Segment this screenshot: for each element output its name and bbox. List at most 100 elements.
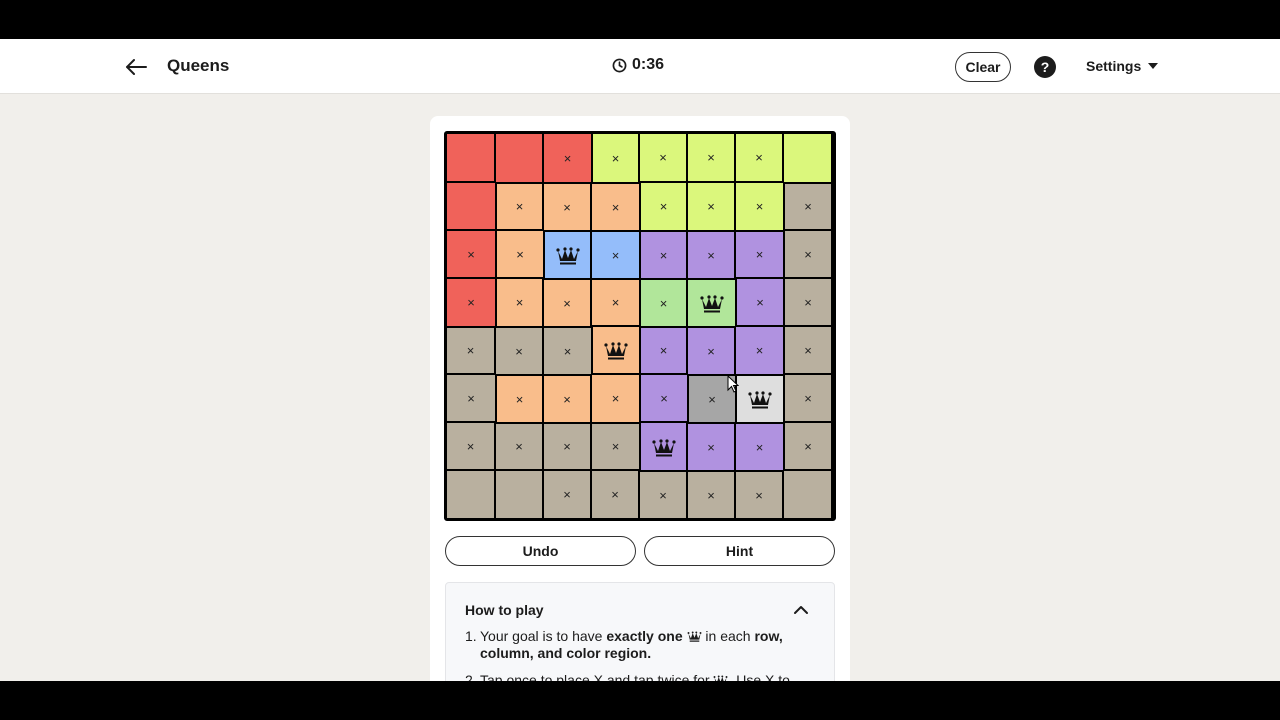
- board-cell[interactable]: ×: [543, 326, 591, 374]
- settings-label: Settings: [1086, 58, 1142, 74]
- app-viewport: Queens 0:36 Clear ? Settings × × × × × × × × × × ×…: [0, 39, 1280, 681]
- board-cell[interactable]: ×: [735, 278, 783, 326]
- x-mark: ×: [659, 487, 667, 503]
- board-cell[interactable]: ×: [543, 278, 591, 326]
- board-cell[interactable]: ×: [447, 422, 495, 470]
- board-cell[interactable]: ×: [543, 182, 591, 230]
- board-cell[interactable]: ×: [687, 374, 735, 422]
- board-cell[interactable]: ×: [783, 278, 831, 326]
- board-cell[interactable]: ×: [447, 278, 495, 326]
- x-mark: ×: [466, 343, 475, 358]
- board-cell[interactable]: ×: [735, 422, 783, 470]
- board-cell[interactable]: ×: [591, 134, 639, 182]
- timer-value: 0:36: [632, 56, 665, 73]
- board-cell[interactable]: ×: [495, 326, 543, 374]
- board-cell[interactable]: ×: [495, 182, 543, 230]
- x-mark: ×: [804, 342, 812, 358]
- board-cell[interactable]: ×: [783, 422, 831, 470]
- board-cell[interactable]: ×: [735, 182, 783, 230]
- caret-down-icon: [1148, 63, 1159, 69]
- undo-button[interactable]: Undo: [445, 536, 636, 566]
- board-cell[interactable]: ×: [687, 326, 735, 374]
- x-mark: ×: [611, 247, 620, 263]
- page-title: Queens: [167, 56, 230, 75]
- board-cell[interactable]: ×: [543, 374, 591, 422]
- board-cell[interactable]: ×: [783, 374, 831, 422]
- board-cell[interactable]: ×: [447, 374, 495, 422]
- board-cell[interactable]: ×: [591, 374, 639, 422]
- board-cell[interactable]: ×: [735, 230, 783, 278]
- board-cell[interactable]: ×: [495, 230, 543, 278]
- board-cell[interactable]: [783, 470, 831, 518]
- question-circle-icon[interactable]: ?: [1034, 56, 1056, 78]
- board-cell[interactable]: ×: [639, 374, 687, 422]
- how-to-play-panel: How to play 1. Your goal is to have exac…: [445, 582, 835, 681]
- board-cell[interactable]: ×: [687, 422, 735, 470]
- x-mark: ×: [563, 343, 572, 359]
- board-cell[interactable]: [687, 278, 735, 326]
- hint-button[interactable]: Hint: [644, 536, 835, 566]
- board-cell[interactable]: ×: [687, 182, 735, 230]
- x-mark: ×: [660, 390, 668, 406]
- x-mark: ×: [707, 439, 715, 455]
- board-cell[interactable]: [447, 134, 495, 182]
- x-mark: ×: [611, 295, 620, 310]
- board-cell[interactable]: [495, 134, 543, 182]
- board-cell[interactable]: ×: [639, 134, 687, 182]
- board-cell[interactable]: ×: [591, 278, 639, 326]
- board-cell[interactable]: ×: [783, 182, 831, 230]
- settings-dropdown[interactable]: Settings: [1086, 58, 1159, 74]
- x-mark: ×: [515, 391, 524, 407]
- board-cell[interactable]: ×: [735, 326, 783, 374]
- board-cell[interactable]: ×: [639, 182, 687, 230]
- board-cell[interactable]: ×: [639, 230, 687, 278]
- x-mark: ×: [467, 246, 475, 262]
- x-mark: ×: [755, 150, 763, 165]
- board-cell[interactable]: [639, 422, 687, 470]
- clear-button[interactable]: Clear: [955, 52, 1011, 82]
- x-mark: ×: [804, 438, 812, 454]
- board-cell[interactable]: ×: [687, 230, 735, 278]
- board-cell[interactable]: ×: [495, 422, 543, 470]
- board-cell[interactable]: ×: [447, 326, 495, 374]
- back-button[interactable]: [122, 53, 150, 81]
- board-cell[interactable]: ×: [687, 470, 735, 518]
- board-cell[interactable]: ×: [591, 182, 639, 230]
- board-cell[interactable]: ×: [783, 326, 831, 374]
- board-cell[interactable]: ×: [639, 326, 687, 374]
- board-cell[interactable]: ×: [495, 278, 543, 326]
- x-mark: ×: [659, 199, 668, 214]
- board-cell[interactable]: [543, 230, 591, 278]
- board-cell[interactable]: ×: [591, 422, 639, 470]
- chevron-up-icon[interactable]: [792, 601, 810, 619]
- board-cell[interactable]: ×: [639, 470, 687, 518]
- board-cell[interactable]: ×: [783, 230, 831, 278]
- board-cell[interactable]: [591, 326, 639, 374]
- board-cell[interactable]: ×: [543, 470, 591, 518]
- rule-text-part: . Use X to: [728, 672, 790, 681]
- board-cell[interactable]: [783, 134, 831, 182]
- board-cell[interactable]: ×: [591, 470, 639, 518]
- crown-icon: [699, 293, 724, 313]
- board-cell[interactable]: [735, 374, 783, 422]
- board-cell[interactable]: ×: [735, 134, 783, 182]
- x-mark: ×: [755, 199, 764, 214]
- board-cell[interactable]: ×: [687, 134, 735, 182]
- board-cell[interactable]: [447, 470, 495, 518]
- board-cell[interactable]: ×: [591, 230, 639, 278]
- x-mark: ×: [659, 295, 668, 311]
- x-mark: ×: [804, 294, 812, 310]
- board-grid: × × × × × × × × × × × × × × × × × × × × × × × × × × × × × × × × × × × × × × × ×…: [447, 134, 833, 518]
- board-cell[interactable]: ×: [639, 278, 687, 326]
- board-cell[interactable]: ×: [543, 134, 591, 182]
- rule-text: Your goal is to have exactly one in each…: [465, 628, 795, 662]
- board-cell[interactable]: [495, 470, 543, 518]
- x-mark: ×: [467, 295, 475, 310]
- crown-icon: [604, 340, 628, 360]
- board-cell[interactable]: ×: [735, 470, 783, 518]
- x-mark: ×: [611, 391, 620, 406]
- board-cell[interactable]: [447, 182, 495, 230]
- board-cell[interactable]: ×: [495, 374, 543, 422]
- board-cell[interactable]: ×: [447, 230, 495, 278]
- board-cell[interactable]: ×: [543, 422, 591, 470]
